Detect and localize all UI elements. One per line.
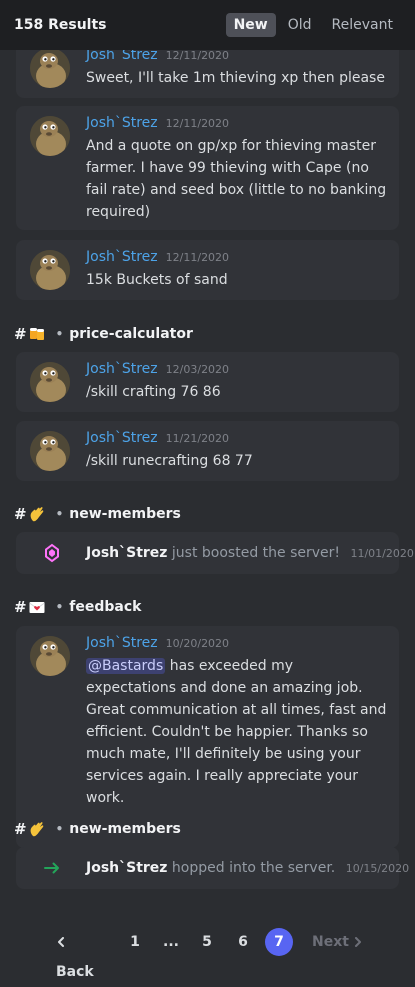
next-button[interactable]: Next <box>312 927 364 957</box>
avatar-image <box>30 362 70 402</box>
sort-tabs: New Old Relevant <box>225 13 401 37</box>
message-author[interactable]: Josh`Strez <box>86 361 158 377</box>
envelope-heart-icon <box>28 602 45 613</box>
search-result-message[interactable]: Josh`Strez 12/11/2020 Sweet, I'll take 1m… <box>16 50 399 98</box>
message-author[interactable]: Josh`Strez <box>86 430 158 446</box>
message-content: 15k Buckets of sand <box>86 272 228 288</box>
search-results-list: Josh`Strez 12/11/2020 Sweet, I'll take 1m… <box>0 50 415 966</box>
search-results-header: 158 Results New Old Relevant <box>0 0 415 50</box>
message-timestamp: 12/11/2020 <box>165 50 230 62</box>
separator: • <box>55 507 64 521</box>
avatar[interactable] <box>30 50 70 88</box>
sort-tab-relevant[interactable]: Relevant <box>324 13 401 37</box>
page-ellipsis: ... <box>163 934 179 950</box>
system-message-text: hopped into the server. <box>171 860 336 876</box>
search-result-message[interactable]: Josh`Strez 12/03/2020 /skill crafting 76 … <box>16 352 399 412</box>
message-author[interactable]: Josh`Strez <box>86 545 167 561</box>
results-count: 158 Results <box>14 17 107 33</box>
system-message-text: just boosted the server! <box>171 545 341 561</box>
message-text: has exceeded my expectations and done an… <box>86 658 387 806</box>
message-content: @Bastards has exceeded my expectations a… <box>86 655 387 809</box>
avatar[interactable] <box>30 116 70 156</box>
separator: • <box>55 327 64 341</box>
avatar-image <box>30 431 70 471</box>
message-timestamp: 11/21/2020 <box>165 432 230 445</box>
channel-header-new-members[interactable]: # • new-members <box>14 819 181 839</box>
message-content: /skill crafting 76 86 <box>86 384 221 400</box>
avatar[interactable] <box>30 362 70 402</box>
separator: • <box>55 822 64 836</box>
search-result-message[interactable]: Josh`Strez 11/21/2020 /skill runecrafting… <box>16 421 399 481</box>
avatar[interactable] <box>30 431 70 471</box>
message-content: And a quote on gp/xp for thieving master… <box>86 138 387 220</box>
message-timestamp: 10/20/2020 <box>165 637 230 650</box>
sort-tab-old[interactable]: Old <box>280 13 320 37</box>
pagination: Back 1 ... 5 6 7 Next <box>0 927 415 980</box>
hash-icon: # <box>14 325 27 343</box>
back-label: Back <box>56 964 94 980</box>
message-author[interactable]: Josh`Strez <box>86 50 158 63</box>
avatar[interactable] <box>30 250 70 290</box>
avatar[interactable] <box>30 636 70 676</box>
sort-tab-new[interactable]: New <box>225 13 276 37</box>
search-result-system-message[interactable]: Josh`Strez hopped into the server. 10/15… <box>16 847 409 889</box>
search-result-message[interactable]: Josh`Strez 12/11/2020 15k Buckets of sand <box>16 240 399 300</box>
waving-hand-icon <box>30 822 43 837</box>
chevron-left-icon <box>58 937 64 947</box>
message-author[interactable]: Josh`Strez <box>86 635 158 651</box>
message-timestamp: 10/15/2020 <box>345 862 410 875</box>
channel-name[interactable]: new-members <box>69 506 181 522</box>
channel-name[interactable]: feedback <box>69 599 141 615</box>
next-label: Next <box>312 934 349 950</box>
avatar-image <box>30 250 70 290</box>
message-author[interactable]: Josh`Strez <box>86 249 158 265</box>
message-timestamp: 12/11/2020 <box>165 251 230 264</box>
join-arrow-icon <box>44 862 59 874</box>
page-button-1[interactable]: 1 <box>125 927 145 957</box>
user-mention[interactable]: @Bastards <box>86 658 166 674</box>
message-author[interactable]: Josh`Strez <box>86 115 158 131</box>
page-button-5[interactable]: 5 <box>197 927 217 957</box>
beer-mugs-icon <box>29 328 44 340</box>
message-content: Sweet, I'll take 1m thieving xp then ple… <box>86 70 385 86</box>
separator: • <box>55 600 64 614</box>
search-result-system-message[interactable]: Josh`Strez just boosted the server! 11/0… <box>16 532 414 574</box>
message-author[interactable]: Josh`Strez <box>86 860 167 876</box>
nitro-boost-icon <box>45 543 59 563</box>
channel-header-new-members[interactable]: # • new-members <box>14 504 181 524</box>
chevron-right-icon <box>354 937 361 947</box>
hash-icon: # <box>14 505 27 523</box>
page-button-current[interactable]: 7 <box>265 928 293 956</box>
search-result-message[interactable]: Josh`Strez 10/20/2020 @Bastards has excee… <box>16 626 399 848</box>
avatar-image <box>30 50 70 88</box>
search-result-message[interactable]: Josh`Strez 12/11/2020 And a quote on gp/x… <box>16 106 399 230</box>
waving-hand-icon <box>30 507 43 522</box>
back-button[interactable]: Back <box>56 927 106 980</box>
hash-icon: # <box>14 598 27 616</box>
message-content: /skill runecrafting 68 77 <box>86 453 253 469</box>
avatar-image <box>30 116 70 156</box>
message-timestamp: 12/03/2020 <box>165 363 230 376</box>
avatar-image <box>30 636 70 676</box>
channel-header-price-calculator[interactable]: # • price-calculator <box>14 324 193 344</box>
page-button-6[interactable]: 6 <box>233 927 253 957</box>
hash-icon: # <box>14 820 27 838</box>
channel-name[interactable]: price-calculator <box>69 326 193 342</box>
message-timestamp: 12/11/2020 <box>165 117 230 130</box>
channel-name[interactable]: new-members <box>69 821 181 837</box>
message-timestamp: 11/01/2020 <box>350 547 414 560</box>
channel-header-feedback[interactable]: # • feedback <box>14 597 141 617</box>
